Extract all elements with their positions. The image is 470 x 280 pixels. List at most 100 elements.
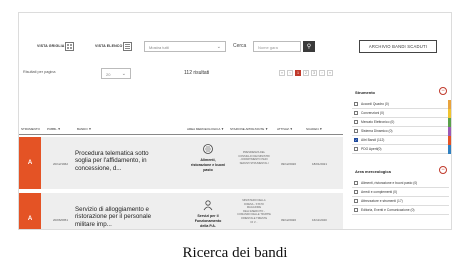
strumento-filter-item[interactable]: Sistema Dinamico (0) — [352, 127, 451, 136]
column-header[interactable]: STRUMENTO — [21, 127, 40, 131]
per-page-label: Risultati per pagina — [23, 70, 56, 74]
strumento-badge: A — [19, 193, 41, 229]
filter-label: Altri Bandi (112) — [361, 138, 385, 142]
checkbox[interactable] — [354, 120, 358, 124]
area-filter-item[interactable]: Alimenti, ristorazione e buoni pasto (0) — [352, 179, 449, 188]
checkbox[interactable] — [354, 190, 358, 194]
activation-date: 09/12/2020 — [281, 218, 297, 222]
page-button[interactable]: « — [279, 70, 285, 76]
stazione-line: SERVIZI STRUMENTALI — [239, 161, 269, 165]
area-filter-item[interactable]: Editoria, Eventi e Comunicazione (0) — [352, 206, 449, 215]
category-line: pasto — [203, 168, 213, 172]
bando-title-line: militare imp... — [75, 220, 112, 228]
column-header[interactable]: AREA MERCEOLOGICA ▼ — [187, 127, 224, 131]
filter-label: Attrezzature e strumenti (17) — [361, 199, 403, 203]
filter-label: Mercato Elettronico (0) — [361, 120, 395, 124]
table-header-divider — [19, 134, 343, 135]
table-row[interactable]: A 20/12/1962 Procedura telematica sotto sog… — [19, 137, 343, 189]
search-label: Cerca — [233, 43, 247, 49]
list-view-label[interactable]: VISTA ELENCO — [95, 44, 122, 48]
results-count: 112 risultati — [184, 70, 210, 76]
screenshot-frame: VISTA GRIGLIA VISTA ELENCO Mostra tutti … — [18, 12, 452, 230]
services-category-icon — [203, 200, 213, 211]
strumento-title: Strumento — [355, 90, 375, 95]
expiry-date: 16/11/2020 — [312, 218, 327, 222]
filter-label: Editoria, Eventi e Comunicazione (0) — [361, 208, 415, 212]
filter-label: Convenzioni (0) — [361, 111, 385, 115]
per-page-select[interactable]: 20 ⌄ — [101, 68, 131, 79]
area-filter-item[interactable]: Arredi e complementi (0) — [352, 188, 449, 197]
checkbox[interactable] — [354, 147, 358, 151]
page-button[interactable]: » — [327, 70, 333, 76]
page-button[interactable]: 1 — [295, 70, 301, 76]
checkbox[interactable] — [354, 102, 358, 106]
bando-title-line: soglia per l'affidamento, in — [75, 157, 147, 165]
category-color-bar — [448, 100, 451, 109]
bando-title[interactable]: Servizio di alloggiamento e ristorazione … — [75, 206, 151, 228]
category-color-bar — [448, 109, 451, 118]
search-input[interactable]: Nome gara — [253, 41, 301, 52]
strumento-badge: A — [19, 137, 41, 189]
area-filter-item[interactable]: Attrezzature e strumenti (17) — [352, 197, 449, 206]
grid-view-label[interactable]: VISTA GRIGLIA — [37, 44, 64, 48]
area-filter-list: Alimenti, ristorazione e buoni pasto (0)… — [352, 179, 449, 215]
expiry-date: 18/01/2021 — [312, 162, 328, 166]
column-header[interactable]: BANDO ▼ — [77, 127, 91, 131]
filter-label: Alimenti, ristorazione e buoni pasto (0) — [361, 181, 418, 185]
category-color-bar — [448, 136, 451, 145]
bando-title-line: Procedura telematica sotto — [75, 150, 149, 157]
bando-title[interactable]: Procedura telematica sotto soglia per l'a… — [75, 150, 149, 172]
column-header[interactable]: SCADEN.▼ — [306, 127, 322, 131]
list-view-icon[interactable] — [123, 42, 132, 51]
category-color-bar — [448, 127, 451, 136]
grid-view-icon[interactable] — [65, 42, 74, 51]
checkbox[interactable] — [354, 111, 358, 115]
bando-title-line: Servizio di alloggiamento e — [75, 206, 149, 213]
page-button[interactable]: › — [319, 70, 325, 76]
strumento-filter-item[interactable]: Mercato Elettronico (0) — [352, 118, 451, 127]
publication-date: 20/06/0951 — [53, 218, 69, 222]
column-header[interactable]: PUBBL.▼ — [47, 127, 61, 131]
filter-select[interactable]: Mostra tutti ⌄ — [144, 41, 226, 52]
filter-label: PDO Aperti(0) — [361, 147, 382, 151]
filter-label: Sistema Dinamico (0) — [361, 129, 393, 133]
checkbox[interactable] — [354, 181, 358, 185]
page-button[interactable]: ‹ — [287, 70, 293, 76]
column-header[interactable]: STAZIONE APPALTANTE ▼ — [230, 127, 268, 131]
category-color-bar — [448, 118, 451, 127]
checkbox[interactable]: ✓ — [354, 138, 358, 142]
column-header[interactable]: ATTIVAZ.▼ — [277, 127, 293, 131]
page-button[interactable]: 2 — [303, 70, 309, 76]
category-name: Alimenti, ristorazione e buoni pasto — [185, 158, 231, 173]
stazione-line: DI V... — [250, 220, 258, 224]
strumento-filter-list: Accordi Quadro (0) Convenzioni (0) Mercato… — [352, 100, 451, 154]
table-header: STRUMENTO PUBBL.▼ BANDO ▼ AREA MERCEOLOGICA… — [19, 125, 343, 133]
category-color-bar — [448, 145, 451, 154]
strumento-filter-item[interactable]: ✓ Altri Bandi (112) — [352, 136, 451, 145]
per-page-value: 20 — [106, 72, 111, 77]
results-bar: Risultati per pagina 20 ⌄ 112 risultati … — [19, 68, 451, 82]
strumento-filter-item[interactable]: Convenzioni (0) — [352, 109, 451, 118]
archive-button[interactable]: ARCHIVIO BANDI SCADUTI — [359, 40, 437, 53]
category-line: della P.A. — [200, 224, 216, 228]
activation-date: 09/12/2020 — [281, 162, 297, 166]
bando-title-line: concessione, d... — [75, 164, 122, 172]
search-button[interactable]: ⚲ — [303, 41, 315, 52]
checkbox[interactable] — [354, 129, 358, 133]
page-button[interactable]: 3 — [311, 70, 317, 76]
strumento-filter-item[interactable]: PDO Aperti(0) — [352, 145, 451, 154]
stazione-appaltante: MINISTERO DELLA DIFESA - STATO MAGGIORE DEL… — [231, 199, 277, 224]
area-title: Area merceologica — [355, 169, 391, 174]
bando-title-line: ristorazione per il personale — [75, 213, 152, 221]
checkbox[interactable] — [354, 199, 358, 203]
checkbox[interactable] — [354, 208, 358, 212]
filter-select-value: Mostra tutti — [149, 45, 169, 50]
toolbar: VISTA GRIGLIA VISTA ELENCO Mostra tutti … — [19, 40, 451, 55]
area-toggle[interactable]: − — [439, 166, 447, 174]
strumento-toggle[interactable]: − — [439, 87, 447, 95]
food-category-icon — [203, 144, 213, 154]
strumento-filter-item[interactable]: Accordi Quadro (0) — [352, 100, 451, 109]
table-row[interactable]: A 20/06/0951 Servizio di alloggiamento e ri… — [19, 193, 343, 229]
search-icon: ⚲ — [306, 44, 312, 50]
stazione-appaltante: PRESIDENZA DEL CONSIGLIO DEI MINISTRI - DI… — [231, 151, 277, 165]
